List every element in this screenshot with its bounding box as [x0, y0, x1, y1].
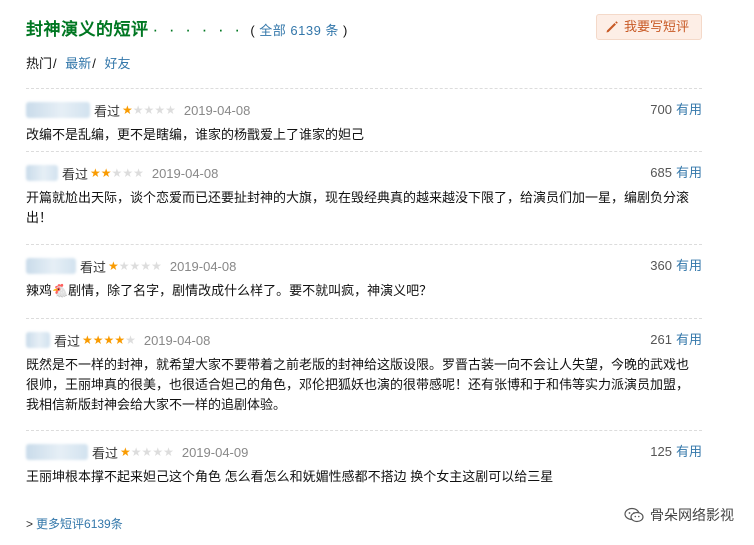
- review-meta: 看过 ★ ★ ★ ★ ★ 2019-04-08 360 有用: [26, 255, 702, 277]
- watermark: 骨朵网络影视: [624, 505, 734, 525]
- tab-latest[interactable]: 最新: [65, 56, 91, 71]
- write-review-label: 我要写短评: [623, 19, 689, 34]
- vote-count: 125: [650, 444, 672, 459]
- rating-stars: ★ ★ ★ ★ ★: [122, 104, 176, 116]
- star-icon: ★: [122, 103, 133, 117]
- star-icon: ★: [141, 445, 153, 459]
- vote-count: 360: [650, 258, 672, 273]
- review-content: 开篇就尬出天际，谈个恋爱而已还要扯封神的大旗，现在毁经典真的越来越没下限了，给演…: [26, 190, 690, 225]
- comments-header: 封神演义的短评 · · · · · · ( 全部 6139 条 ) 我要写短评: [26, 14, 702, 40]
- review-item: 看过 ★ ★ ★ ★ ★ 2019-04-08 360 有用 辣鸡🐔剧情，除了名字，剧情改…: [26, 244, 702, 318]
- star-icon: ★: [132, 103, 144, 117]
- star-icon: ★: [122, 166, 134, 180]
- useful-button[interactable]: 有用: [676, 258, 702, 273]
- review-content: 改编不是乱编，更不是瞎编，谁家的杨戬爱上了谁家的妲己: [26, 127, 365, 142]
- review-meta: 看过 ★ ★ ★ ★ ★ 2019-04-08 700 有用: [26, 99, 702, 121]
- star-icon: ★: [92, 333, 104, 347]
- review-date: 2019-04-08: [169, 258, 237, 274]
- review-meta: 看过 ★ ★ ★ ★ ★ 2019-04-09 125 有用: [26, 441, 702, 463]
- avatar[interactable]: [26, 332, 50, 348]
- review-date: 2019-04-08: [183, 102, 251, 118]
- useful-button[interactable]: 有用: [676, 444, 702, 459]
- more-reviews-link[interactable]: > 更多短评6139条: [26, 515, 123, 532]
- watch-status: 看过: [54, 333, 81, 349]
- tab-separator: /: [53, 56, 57, 71]
- review-item: 看过 ★ ★ ★ ★ ★ 2019-04-09 125 有用 王丽坤根本撑不起来妲己这个角…: [26, 430, 702, 500]
- write-review-button[interactable]: 我要写短评: [595, 14, 702, 40]
- rating-stars: ★ ★ ★ ★ ★: [82, 334, 136, 346]
- star-icon: ★: [143, 103, 155, 117]
- wechat-logo-icon: [624, 507, 644, 523]
- total-open-paren: (: [250, 23, 260, 38]
- star-icon: ★: [151, 259, 162, 273]
- rating-stars: ★ ★ ★ ★ ★: [120, 446, 174, 458]
- watermark-text: 骨朵网络影视: [650, 507, 734, 523]
- star-icon: ★: [130, 445, 142, 459]
- pen-icon: [606, 21, 618, 33]
- vote-box: 360 有用: [650, 255, 702, 277]
- section-title: 封神演义的短评 · · · · · · ( 全部 6139 条 ): [26, 15, 348, 40]
- total-count[interactable]: ( 全部 6139 条 ): [250, 23, 348, 38]
- watch-status: 看过: [62, 166, 89, 182]
- review-meta: 看过 ★ ★ ★ ★ ★ 2019-04-08 261 有用: [26, 329, 702, 351]
- watch-status: 看过: [94, 103, 121, 119]
- avatar[interactable]: [26, 165, 58, 181]
- sort-tabs: 热门/ 最新/ 好友: [26, 53, 131, 72]
- star-icon: ★: [108, 259, 119, 273]
- vote-count: 261: [650, 332, 672, 347]
- tab-separator: /: [92, 56, 96, 71]
- star-icon: ★: [140, 259, 152, 273]
- vote-box: 700 有用: [650, 99, 702, 121]
- star-icon: ★: [118, 259, 130, 273]
- section-title-text: 封神演义的短评: [26, 20, 149, 39]
- star-icon: ★: [165, 103, 176, 117]
- star-icon: ★: [125, 333, 136, 347]
- review-list: 看过 ★ ★ ★ ★ ★ 2019-04-08 700 有用 改编不是乱编，更不是瞎编，谁…: [26, 88, 702, 500]
- star-icon: ★: [152, 445, 164, 459]
- star-icon: ★: [163, 445, 174, 459]
- rating-stars: ★ ★ ★ ★ ★: [90, 167, 144, 179]
- total-close-paren: ): [338, 23, 348, 38]
- review-content: 辣鸡🐔剧情，除了名字，剧情改成什么样了。要不就叫疯，神演义吧？: [26, 283, 433, 298]
- review-meta: 看过 ★ ★ ★ ★ ★ 2019-04-08 685 有用: [26, 162, 702, 184]
- tab-friends[interactable]: 好友: [105, 56, 131, 71]
- vote-box: 125 有用: [650, 441, 702, 463]
- useful-button[interactable]: 有用: [676, 102, 702, 117]
- star-icon: ★: [103, 333, 115, 347]
- more-reviews-label[interactable]: 更多短评6139条: [36, 517, 123, 531]
- tab-hot[interactable]: 热门: [26, 56, 52, 71]
- review-item: 看过 ★ ★ ★ ★ ★ 2019-04-08 700 有用 改编不是乱编，更不是瞎编，谁…: [26, 88, 702, 151]
- review-item: 看过 ★ ★ ★ ★ ★ 2019-04-08 685 有用 开篇就尬出天际，谈个恋爱而已…: [26, 151, 702, 244]
- review-date: 2019-04-08: [143, 332, 211, 348]
- avatar[interactable]: [26, 102, 90, 118]
- star-icon: ★: [154, 103, 166, 117]
- star-icon: ★: [133, 166, 144, 180]
- avatar[interactable]: [26, 444, 88, 460]
- vote-box: 261 有用: [650, 329, 702, 351]
- review-content: 王丽坤根本撑不起来妲己这个角色 怎么看怎么和妩媚性感都不搭边 换个女主这剧可以给…: [26, 469, 554, 484]
- total-count-link[interactable]: 全部 6139 条: [259, 23, 339, 38]
- star-icon: ★: [90, 166, 101, 180]
- review-date: 2019-04-08: [151, 165, 219, 181]
- vote-box: 685 有用: [650, 162, 702, 184]
- watch-status: 看过: [80, 259, 107, 275]
- star-icon: ★: [111, 166, 123, 180]
- rating-stars: ★ ★ ★ ★ ★: [108, 260, 162, 272]
- vote-count: 685: [650, 165, 672, 180]
- review-content: 既然是不一样的封神，就希望大家不要带着之前老版的封神给这版设限。罗晋古装一向不会…: [26, 357, 690, 412]
- star-icon: ★: [82, 333, 93, 347]
- more-arrow: >: [26, 517, 34, 531]
- star-icon: ★: [114, 333, 126, 347]
- vote-count: 700: [650, 102, 672, 117]
- useful-button[interactable]: 有用: [676, 332, 702, 347]
- watch-status: 看过: [92, 445, 119, 461]
- review-item: 看过 ★ ★ ★ ★ ★ 2019-04-08 261 有用 既然是不一样的封神，就希望大…: [26, 318, 702, 430]
- useful-button[interactable]: 有用: [676, 165, 702, 180]
- title-dots: · · · · · ·: [152, 20, 244, 39]
- avatar[interactable]: [26, 258, 76, 274]
- review-date: 2019-04-09: [181, 444, 249, 460]
- star-icon: ★: [129, 259, 141, 273]
- star-icon: ★: [120, 445, 131, 459]
- star-icon: ★: [100, 166, 112, 180]
